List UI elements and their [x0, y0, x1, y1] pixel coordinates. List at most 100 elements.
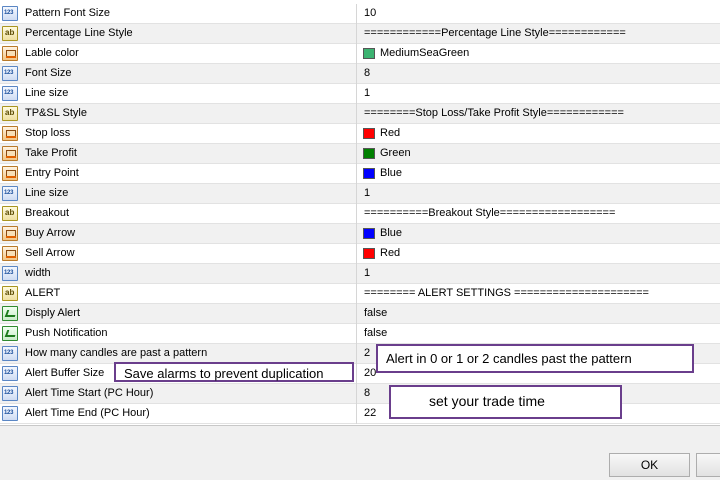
param-name-cell: Sell Arrow — [0, 244, 357, 264]
param-row[interactable]: Entry Point Blue — [0, 164, 720, 184]
param-value-cell[interactable]: ============Percentage Line Style=======… — [358, 24, 720, 44]
param-row[interactable]: Push Notification false — [0, 324, 720, 344]
param-name-cell: TP&SL Style — [0, 104, 357, 124]
cancel-button[interactable] — [696, 453, 720, 477]
param-value-cell[interactable]: 10 — [358, 4, 720, 24]
param-value: false — [364, 307, 388, 319]
number-icon — [2, 86, 18, 101]
param-row[interactable]: Stop loss Red — [0, 124, 720, 144]
param-label: Font Size — [25, 67, 72, 79]
param-row[interactable]: Take Profit Green — [0, 144, 720, 164]
param-value: 1 — [364, 267, 371, 279]
param-value: false — [364, 327, 388, 339]
color-swatch — [363, 48, 375, 59]
param-name-cell: Lable color — [0, 44, 357, 64]
param-name-cell: Font Size — [0, 64, 357, 84]
param-value: 10 — [364, 7, 377, 19]
param-row[interactable]: Buy Arrow Blue — [0, 224, 720, 244]
param-value: ============Percentage Line Style=======… — [364, 27, 626, 39]
param-value: ========Stop Loss/Take Profit Style=====… — [364, 107, 624, 119]
param-value: 8 — [364, 67, 371, 79]
param-value: 8 — [364, 387, 371, 399]
param-label: Entry Point — [25, 167, 79, 179]
param-name-cell: Entry Point — [0, 164, 357, 184]
param-row[interactable]: ALERT ======== ALERT SETTINGS ===========… — [0, 284, 720, 304]
param-value-cell[interactable]: ==========Breakout Style================… — [358, 204, 720, 224]
param-row[interactable]: Font Size 8 — [0, 64, 720, 84]
param-value-cell[interactable]: 8 — [358, 64, 720, 84]
color-icon — [2, 126, 18, 141]
param-name-cell: Line size — [0, 84, 357, 104]
number-icon — [2, 66, 18, 81]
param-row[interactable]: width 1 — [0, 264, 720, 284]
param-value: MediumSeaGreen — [380, 47, 470, 59]
param-value-cell[interactable]: Green — [358, 144, 720, 164]
param-name-cell: Take Profit — [0, 144, 357, 164]
param-value: 20 — [364, 367, 377, 379]
param-name-cell: Push Notification — [0, 324, 357, 344]
param-name-cell: Stop loss — [0, 124, 357, 144]
param-row[interactable]: Percentage Line Style ============Percent… — [0, 24, 720, 44]
param-label: Stop loss — [25, 127, 71, 139]
param-name-cell: How many candles are past a pattern — [0, 344, 357, 364]
text-icon — [2, 206, 18, 221]
param-value-cell[interactable]: MediumSeaGreen — [358, 44, 720, 64]
number-icon — [2, 386, 18, 401]
param-row[interactable]: Breakout ==========Breakout Style========… — [0, 204, 720, 224]
param-value-cell[interactable]: 1 — [358, 264, 720, 284]
annotation-candles-note: Alert in 0 or 1 or 2 candles past the pa… — [376, 344, 694, 373]
param-label: Push Notification — [25, 327, 108, 339]
param-label: Breakout — [25, 207, 70, 219]
param-value-cell[interactable]: Red — [358, 124, 720, 144]
number-icon — [2, 346, 18, 361]
text-icon — [2, 26, 18, 41]
number-icon — [2, 186, 18, 201]
param-value: Red — [380, 247, 401, 259]
number-icon — [2, 266, 18, 281]
param-name-cell: width — [0, 264, 357, 284]
annotation-buffer-note: Save alarms to prevent duplication — [114, 362, 354, 382]
param-label: Percentage Line Style — [25, 27, 133, 39]
param-row[interactable]: Line size 1 — [0, 184, 720, 204]
text-icon — [2, 286, 18, 301]
param-label: Alert Time Start (PC Hour) — [25, 387, 154, 399]
param-label: Lable color — [25, 47, 79, 59]
param-value: ======== ALERT SETTINGS ================… — [364, 287, 649, 299]
param-value-cell[interactable]: 1 — [358, 184, 720, 204]
param-row[interactable]: TP&SL Style ========Stop Loss/Take Profit… — [0, 104, 720, 124]
param-label: How many candles are past a pattern — [25, 347, 208, 359]
param-label: Alert Time End (PC Hour) — [25, 407, 150, 419]
param-row[interactable]: Pattern Font Size 10 — [0, 4, 720, 24]
param-value: 2 — [364, 347, 371, 359]
param-value-cell[interactable]: Blue — [358, 164, 720, 184]
number-icon — [2, 6, 18, 21]
param-name-cell: Breakout — [0, 204, 357, 224]
param-value: 1 — [364, 87, 371, 99]
param-value-cell[interactable]: 1 — [358, 84, 720, 104]
param-value: 22 — [364, 407, 377, 419]
param-label: width — [25, 267, 51, 279]
param-value-cell[interactable]: false — [358, 324, 720, 344]
param-row[interactable]: Line size 1 — [0, 84, 720, 104]
boolean-icon — [2, 306, 18, 321]
param-name-cell: Disply Alert — [0, 304, 357, 324]
param-value-cell[interactable]: false — [358, 304, 720, 324]
annotation-time-note: set your trade time — [389, 385, 622, 419]
param-value-cell[interactable]: Blue — [358, 224, 720, 244]
param-label: Pattern Font Size — [25, 7, 110, 19]
boolean-icon — [2, 326, 18, 341]
param-value-cell[interactable]: Red — [358, 244, 720, 264]
color-icon — [2, 166, 18, 181]
param-row[interactable]: Sell Arrow Red — [0, 244, 720, 264]
param-label: TP&SL Style — [25, 107, 87, 119]
color-icon — [2, 46, 18, 61]
color-icon — [2, 246, 18, 261]
param-value-cell[interactable]: ======== ALERT SETTINGS ================… — [358, 284, 720, 304]
param-row[interactable]: Disply Alert false — [0, 304, 720, 324]
color-icon — [2, 146, 18, 161]
param-value-cell[interactable]: ========Stop Loss/Take Profit Style=====… — [358, 104, 720, 124]
ok-button[interactable]: OK — [609, 453, 690, 477]
param-row[interactable]: Lable color MediumSeaGreen — [0, 44, 720, 64]
color-swatch — [363, 248, 375, 259]
number-icon — [2, 366, 18, 381]
